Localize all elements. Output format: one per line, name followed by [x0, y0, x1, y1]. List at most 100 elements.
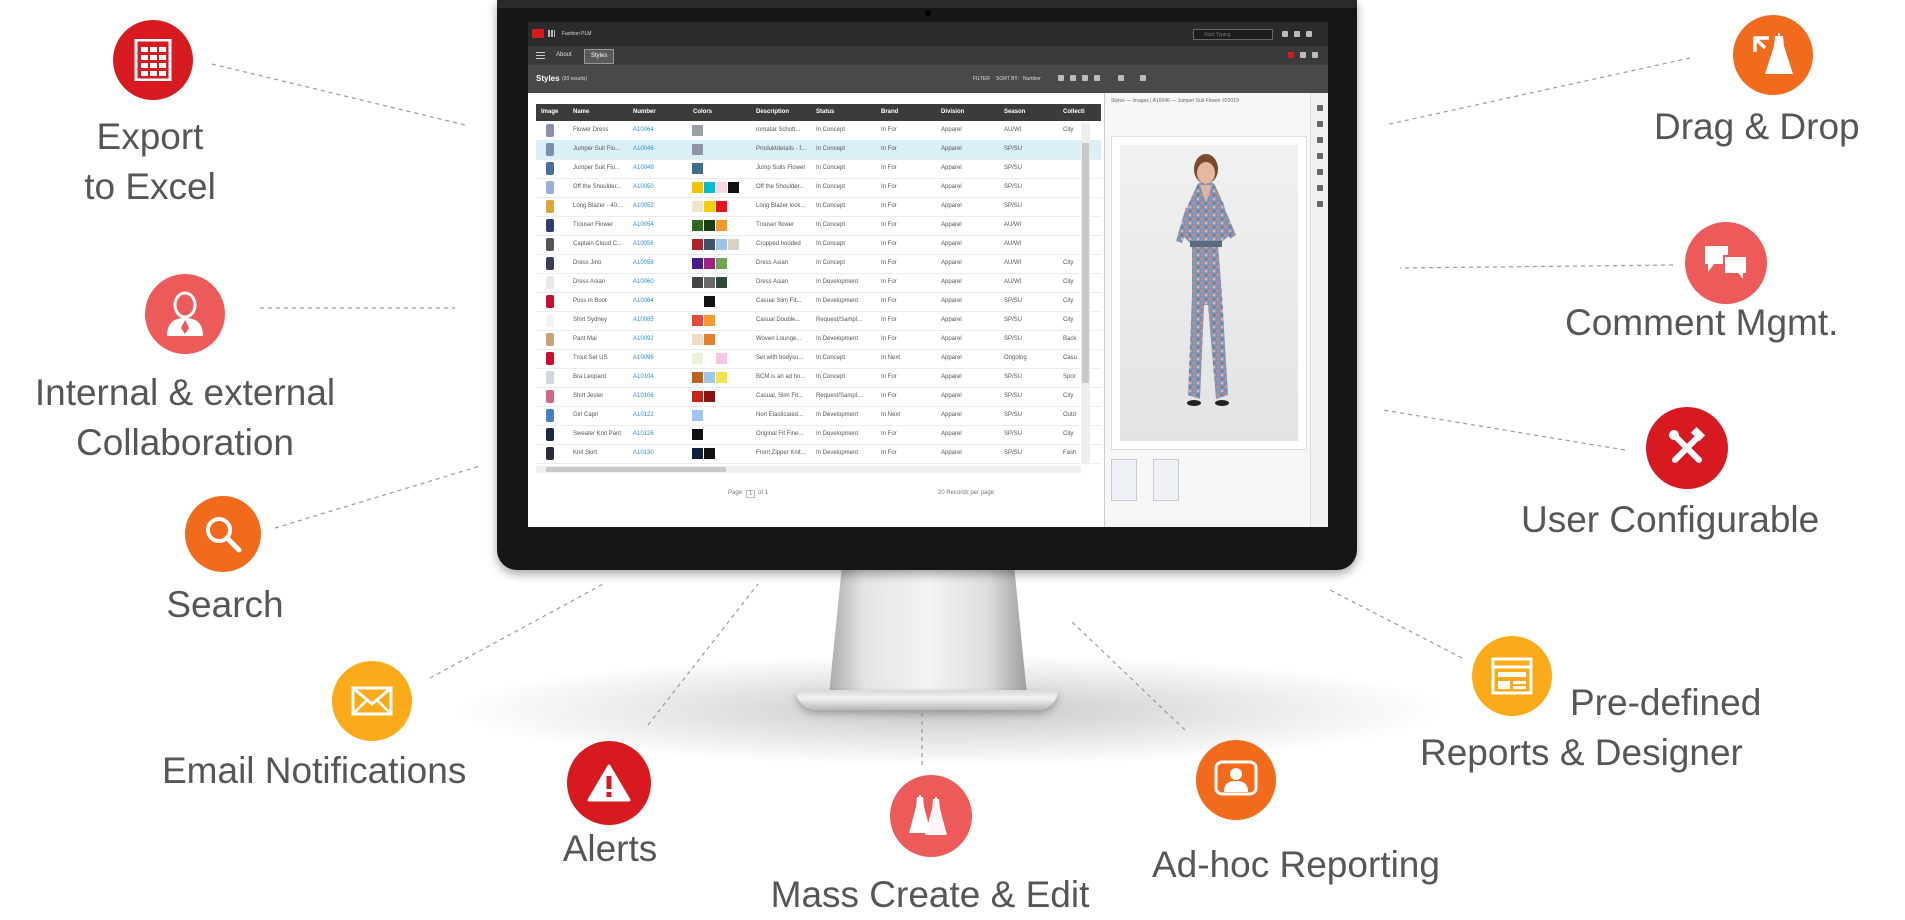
column-header[interactable]: Image [541, 104, 558, 121]
style-thumbnail[interactable] [546, 181, 554, 194]
table-row[interactable]: Trout Set US A10096 Set with bodysu... In C… [536, 349, 1101, 369]
cell-number[interactable]: A10092 [633, 330, 687, 349]
table-row[interactable]: Captain Cloud C... A10056 Cropped hooded In… [536, 235, 1101, 255]
style-thumbnail[interactable] [546, 447, 554, 460]
table-row[interactable]: Shirt Jester A10106 Casual, Slim Fit... Req… [536, 387, 1101, 407]
tab-styles[interactable]: Styles [584, 49, 615, 64]
color-swatch[interactable] [704, 334, 715, 345]
sort-select[interactable]: Number [1023, 76, 1041, 82]
style-thumbnail[interactable] [546, 162, 554, 175]
hierarchy-icon[interactable] [1317, 137, 1323, 143]
color-swatch[interactable] [692, 277, 703, 288]
table-row[interactable]: Long Blazer - 40... A10052 Long Blazer loc… [536, 197, 1101, 217]
color-swatch[interactable] [692, 220, 703, 231]
table-row[interactable]: Pant Mai A10092 Woven Lounge... In Developm… [536, 330, 1101, 350]
column-header[interactable]: Season [1004, 104, 1025, 121]
filter-button[interactable]: FILTER [973, 76, 990, 82]
cell-number[interactable]: A10046 [633, 140, 687, 159]
attachment-icon[interactable] [1317, 185, 1323, 191]
column-header[interactable]: Name [573, 104, 589, 121]
user-icon[interactable] [1282, 31, 1288, 37]
image-thumbnail[interactable] [1111, 459, 1137, 501]
table-row[interactable]: Shirt Sydney A10085 Casual Double... Reques… [536, 311, 1101, 331]
color-swatch[interactable] [728, 239, 739, 250]
tab-about[interactable]: About [550, 49, 578, 62]
image-icon[interactable] [1317, 153, 1323, 159]
menu-icon[interactable] [536, 52, 545, 59]
color-swatch[interactable] [704, 353, 715, 364]
color-swatch[interactable] [704, 182, 715, 193]
style-thumbnail[interactable] [546, 238, 554, 251]
color-swatch[interactable] [692, 372, 703, 383]
style-thumbnail[interactable] [546, 276, 554, 289]
cell-number[interactable]: A10122 [633, 406, 687, 425]
cell-number[interactable]: A10058 [633, 254, 687, 273]
color-swatch[interactable] [704, 220, 715, 231]
table-row[interactable]: Dress Jino A10058 Dress Asian In Concept In … [536, 254, 1101, 274]
product-photo[interactable] [1111, 136, 1307, 450]
style-thumbnail[interactable] [546, 295, 554, 308]
color-swatch[interactable] [704, 201, 715, 212]
share-icon[interactable] [1294, 31, 1300, 37]
layers-icon[interactable] [1317, 121, 1323, 127]
color-swatch[interactable] [704, 258, 715, 269]
color-swatch[interactable] [716, 258, 727, 269]
export-icon[interactable] [1058, 75, 1064, 81]
color-swatch[interactable] [704, 315, 715, 326]
color-swatch[interactable] [716, 372, 727, 383]
column-header[interactable]: Collecti [1063, 104, 1085, 121]
apps-grid-icon[interactable] [548, 30, 555, 37]
refresh-icon[interactable] [1094, 75, 1100, 81]
color-swatch[interactable] [716, 239, 727, 250]
cell-number[interactable]: A10050 [633, 178, 687, 197]
copy-icon[interactable] [1070, 75, 1076, 81]
style-thumbnail[interactable] [546, 371, 554, 384]
records-per-page[interactable]: 20 Records per page [938, 490, 994, 496]
grid-view-icon[interactable] [1118, 75, 1124, 81]
person-icon[interactable] [1317, 169, 1323, 175]
table-row[interactable]: Bra Leopard A10104 BCM is an ad ho... In Co… [536, 368, 1101, 388]
color-swatch[interactable] [692, 163, 703, 174]
cell-number[interactable]: A10064 [633, 292, 687, 311]
color-swatch[interactable] [692, 144, 703, 155]
cell-number[interactable]: A10130 [633, 444, 687, 463]
table-row[interactable]: Flower Dress A10064 romatar Schott... In Co… [536, 121, 1101, 141]
style-thumbnail[interactable] [546, 257, 554, 270]
cell-number[interactable]: A10104 [633, 368, 687, 387]
notification-icon[interactable] [1288, 52, 1294, 58]
cell-number[interactable]: A10064 [633, 121, 687, 140]
table-row[interactable]: Girl Capri A10122 Non Elasticated... In Dev… [536, 406, 1101, 426]
pager-page-input[interactable]: 1 [746, 490, 756, 498]
color-swatch[interactable] [692, 429, 703, 440]
color-swatch[interactable] [728, 182, 739, 193]
color-swatch[interactable] [692, 201, 703, 212]
color-swatch[interactable] [704, 239, 715, 250]
image-thumbnail[interactable] [1153, 459, 1179, 501]
color-swatch[interactable] [692, 182, 703, 193]
vertical-scrollbar[interactable] [1081, 123, 1090, 463]
comment-icon[interactable] [1317, 201, 1323, 207]
color-swatch[interactable] [692, 296, 703, 307]
style-thumbnail[interactable] [546, 409, 554, 422]
cell-number[interactable]: A10096 [633, 349, 687, 368]
table-row[interactable]: Jumper Suit Flo... A10049 Jump Suits Flowe… [536, 159, 1101, 179]
cell-number[interactable]: A10060 [633, 273, 687, 292]
color-swatch[interactable] [704, 296, 715, 307]
color-swatch[interactable] [704, 277, 715, 288]
style-thumbnail[interactable] [546, 219, 554, 232]
color-swatch[interactable] [704, 410, 715, 421]
cell-number[interactable]: A10056 [633, 235, 687, 254]
style-thumbnail[interactable] [546, 428, 554, 441]
color-swatch[interactable] [692, 353, 703, 364]
more-icon[interactable] [1312, 52, 1318, 58]
table-row[interactable]: Jumper Suit Flo... A10046 Produktdetails -… [536, 140, 1101, 160]
palette-icon[interactable] [1317, 105, 1323, 111]
color-swatch[interactable] [692, 448, 703, 459]
column-header[interactable]: Brand [881, 104, 898, 121]
style-thumbnail[interactable] [546, 333, 554, 346]
column-header[interactable]: Number [633, 104, 656, 121]
chat-icon[interactable] [1300, 52, 1306, 58]
cell-number[interactable]: A10054 [633, 216, 687, 235]
table-row[interactable]: Dress Asian A10060 Dress Asian In Developme… [536, 273, 1101, 293]
table-row[interactable]: Trouser Flower A10054 Trouser flower In Con… [536, 216, 1101, 236]
